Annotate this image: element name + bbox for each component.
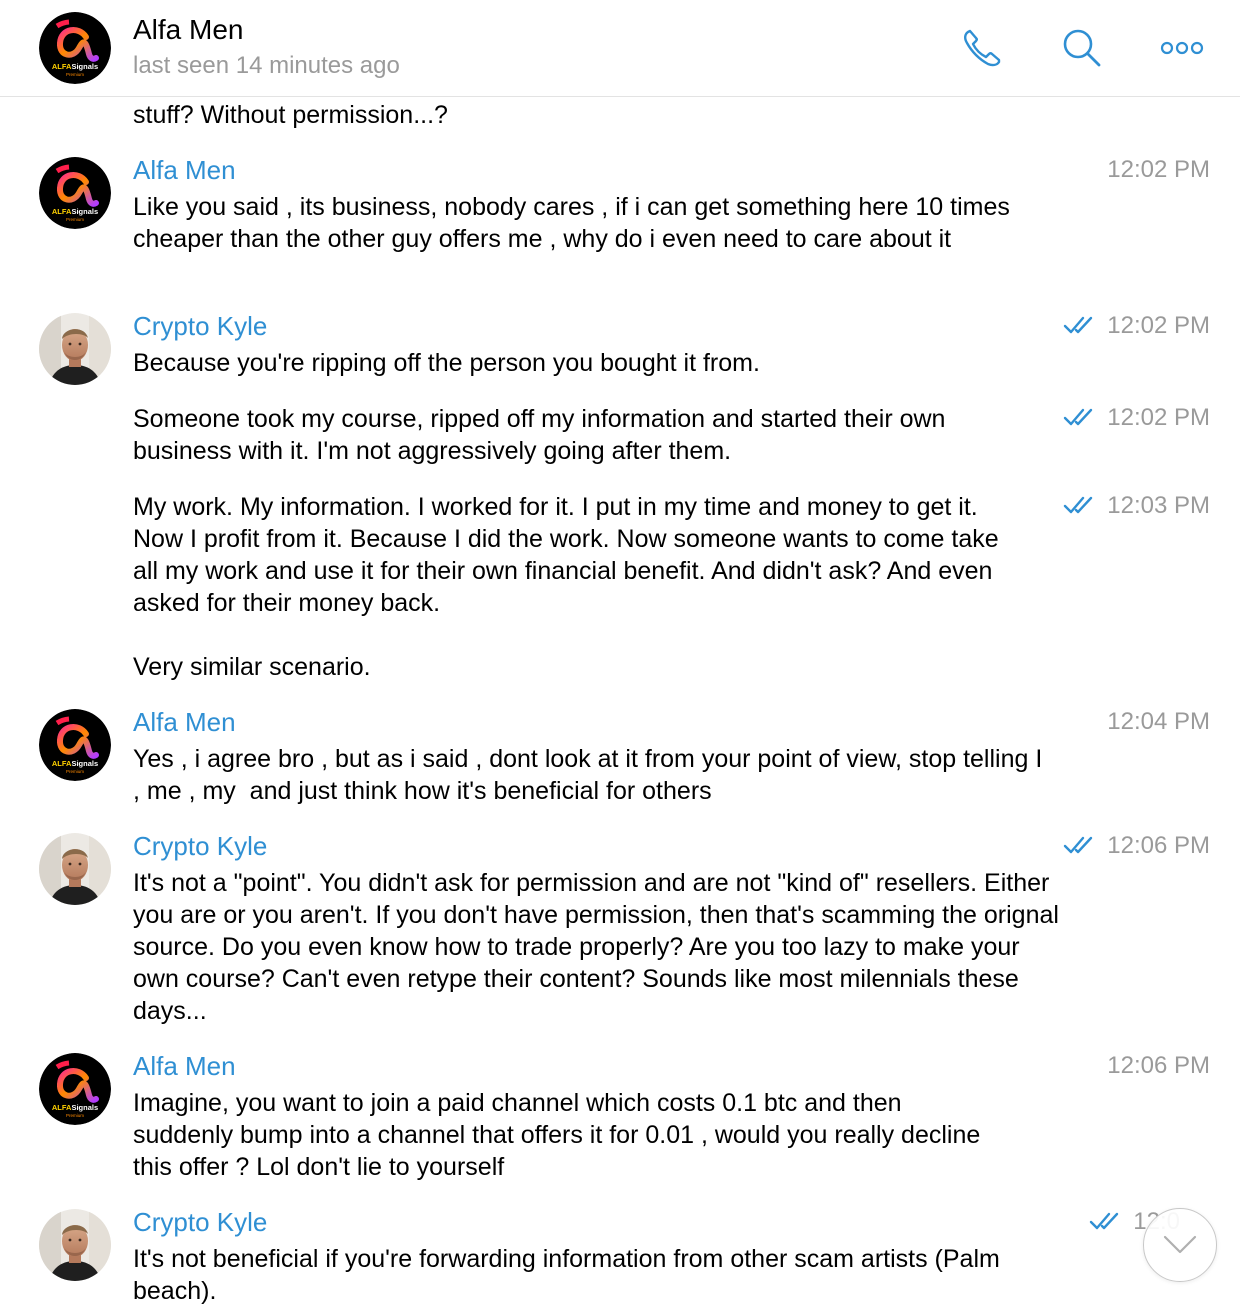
double-check-icon xyxy=(1063,836,1092,854)
double-check-icon xyxy=(1063,316,1092,334)
phone-icon xyxy=(964,29,1001,67)
more-button[interactable] xyxy=(1160,26,1204,70)
chat-header: ALFASignals Premium Alfa Men last seen 1… xyxy=(0,0,1240,97)
double-check-icon xyxy=(1063,408,1092,426)
svg-text:Premium: Premium xyxy=(66,217,84,222)
sender-name[interactable]: Alfa Men xyxy=(133,1049,236,1083)
svg-text:Premium: Premium xyxy=(66,1113,84,1118)
message-text: Imagine, you want to join a paid channel… xyxy=(133,1089,988,1181)
svg-text:ALFASignals: ALFASignals xyxy=(52,207,98,216)
double-check-icon xyxy=(1089,1212,1118,1230)
sender-name[interactable]: Crypto Kyle xyxy=(133,829,267,863)
chevron-down-icon xyxy=(1163,1235,1197,1254)
chat-title[interactable]: Alfa Men xyxy=(133,14,244,46)
sender-name[interactable]: Crypto Kyle xyxy=(133,309,267,343)
scroll-to-bottom-button[interactable] xyxy=(1143,1208,1217,1282)
svg-text:ALFASignals: ALFASignals xyxy=(52,62,98,71)
message-time: 12:03 PM xyxy=(1063,489,1210,523)
search-icon xyxy=(1063,29,1101,67)
message-text: It's not beneficial if you're forwarding… xyxy=(133,1245,1007,1305)
sender-avatar[interactable]: ALFASignals Premium xyxy=(39,157,111,229)
sender-name[interactable]: Crypto Kyle xyxy=(133,1205,267,1239)
message-text: Like you said , its business, nobody car… xyxy=(133,193,1017,253)
sender-avatar[interactable]: ALFASignals Premium xyxy=(39,709,111,781)
message-text: Because you're ripping off the person yo… xyxy=(133,349,760,377)
message-text: It's not a "point". You didn't ask for p… xyxy=(133,869,1066,1025)
message-list[interactable]: stuff? Without permission...? ALFASignal… xyxy=(0,97,1240,1314)
call-button[interactable] xyxy=(960,26,1004,70)
svg-text:ALFASignals: ALFASignals xyxy=(52,1103,98,1112)
message-text: Yes , i agree bro , but as i said , dont… xyxy=(133,745,1050,805)
message-text: Someone took my course, ripped off my in… xyxy=(133,405,953,465)
message-time: 12:02 PM xyxy=(1063,401,1210,435)
last-seen-status: last seen 14 minutes ago xyxy=(133,52,400,79)
search-button[interactable] xyxy=(1060,26,1104,70)
message-time: 12:02 PM xyxy=(1063,309,1210,343)
svg-text:Premium: Premium xyxy=(66,769,84,774)
message-text: My work. My information. I worked for it… xyxy=(133,493,999,681)
svg-text:ALFASignals: ALFASignals xyxy=(52,759,98,768)
message-time: 12:06 PM xyxy=(1063,829,1210,863)
sender-avatar[interactable] xyxy=(39,1209,111,1281)
message-time: 12:02 PM xyxy=(1107,156,1210,183)
svg-text:Premium: Premium xyxy=(66,72,84,77)
message-text: stuff? Without permission...? xyxy=(133,101,448,129)
sender-avatar[interactable]: ALFASignals Premium xyxy=(39,1053,111,1125)
sender-avatar[interactable] xyxy=(39,833,111,905)
double-check-icon xyxy=(1063,496,1092,514)
more-icon xyxy=(1160,41,1204,55)
sender-name[interactable]: Alfa Men xyxy=(133,153,236,187)
sender-avatar[interactable] xyxy=(39,313,111,385)
message-time: 12:04 PM xyxy=(1107,708,1210,735)
chat-avatar[interactable]: ALFASignals Premium xyxy=(39,12,111,84)
sender-name[interactable]: Alfa Men xyxy=(133,705,236,739)
message-time: 12:06 PM xyxy=(1107,1052,1210,1079)
